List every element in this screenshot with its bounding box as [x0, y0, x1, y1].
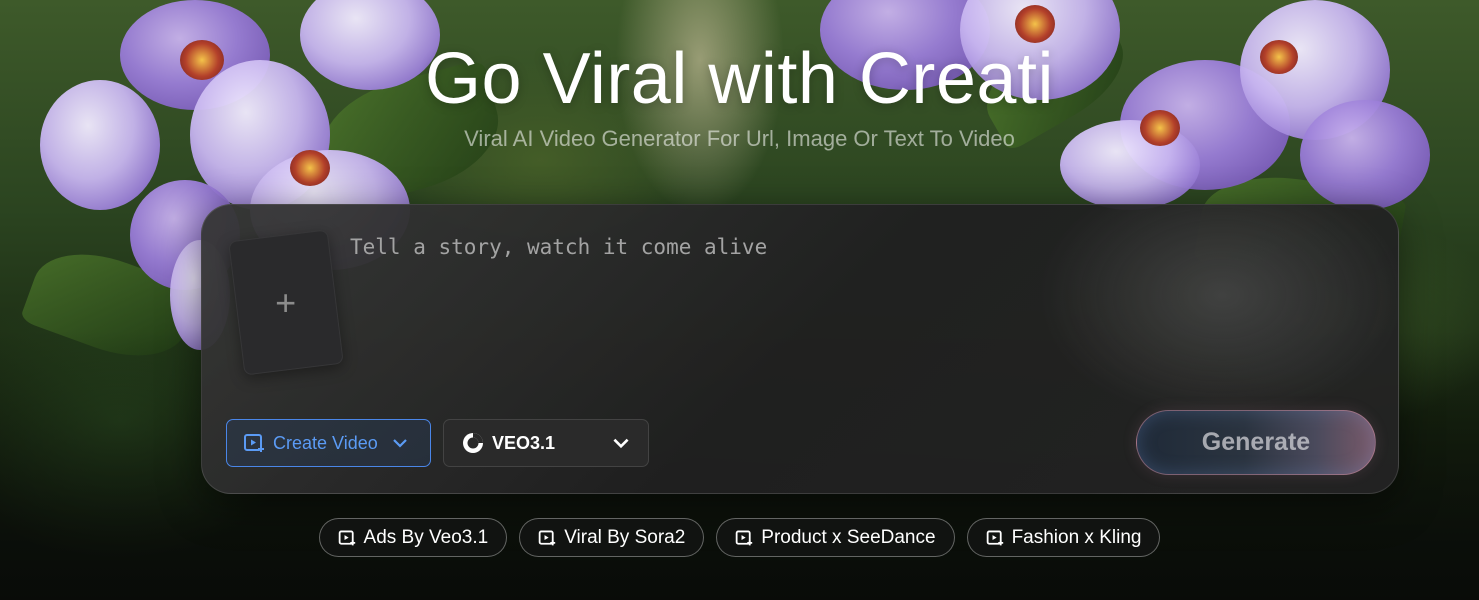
plus-icon: + — [275, 281, 297, 323]
video-sparkle-icon — [538, 529, 556, 547]
video-sparkle-icon — [735, 529, 753, 547]
model-label: VEO3.1 — [492, 432, 556, 453]
example-prompts: Ads By Veo3.1 Viral By Sora2 Product x S… — [0, 518, 1479, 557]
example-pill-label: Product x SeeDance — [761, 526, 936, 548]
example-pill-sora[interactable]: Viral By Sora2 — [519, 518, 705, 557]
prompt-card: + Create Video VEO3.1 Generate — [201, 204, 1399, 494]
example-pill-label: Fashion x Kling — [1011, 526, 1142, 548]
upload-image-button[interactable]: + — [228, 229, 344, 376]
create-mode-dropdown[interactable]: Create Video — [226, 419, 431, 467]
create-mode-label: Create Video — [273, 432, 378, 453]
veo-logo-icon — [462, 432, 484, 454]
page-title: Go Viral with Creati — [425, 39, 1054, 119]
video-sparkle-icon — [243, 432, 265, 454]
video-sparkle-icon — [338, 529, 356, 547]
generate-button[interactable]: Generate — [1136, 410, 1376, 475]
chevron-down-icon — [390, 433, 410, 453]
example-pill-veo[interactable]: Ads By Veo3.1 — [318, 518, 508, 557]
video-sparkle-icon — [986, 529, 1004, 547]
chevron-down-icon — [610, 432, 632, 454]
model-selector-dropdown[interactable]: VEO3.1 — [443, 419, 649, 467]
example-pill-seedance[interactable]: Product x SeeDance — [716, 518, 955, 557]
prompt-input[interactable] — [350, 235, 1330, 385]
example-pill-label: Ads By Veo3.1 — [363, 526, 489, 548]
page-subtitle: Viral AI Video Generator For Url, Image … — [464, 126, 1015, 151]
example-pill-label: Viral By Sora2 — [564, 526, 686, 548]
example-pill-kling[interactable]: Fashion x Kling — [966, 518, 1161, 557]
